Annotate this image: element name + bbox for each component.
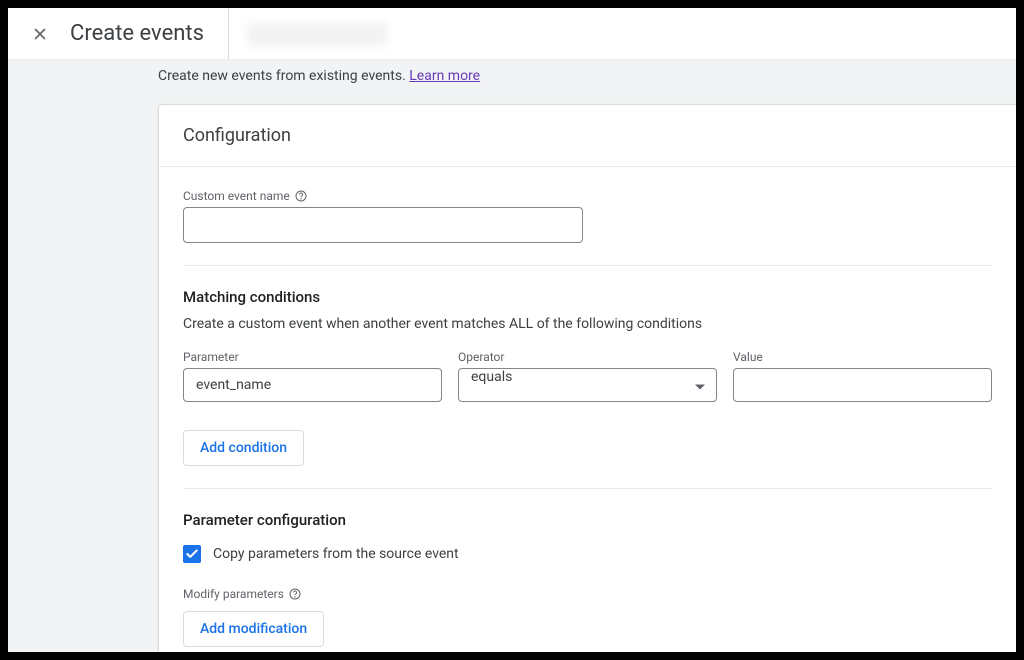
page-title: Create events	[70, 8, 229, 60]
parameter-label: Parameter	[183, 350, 442, 364]
condition-row: Parameter Operator equals Value	[183, 350, 992, 402]
copy-parameters-label: Copy parameters from the source event	[213, 546, 459, 562]
help-icon[interactable]	[294, 189, 308, 203]
parameter-input[interactable]	[183, 368, 442, 402]
checkmark-icon	[185, 547, 199, 561]
card-title: Configuration	[183, 125, 992, 146]
value-input[interactable]	[733, 368, 992, 402]
parameter-configuration-section: Parameter configuration Copy parameters …	[159, 489, 1016, 652]
intro-text: Create new events from existing events.	[158, 68, 409, 84]
close-icon	[31, 25, 49, 43]
custom-event-name-label-text: Custom event name	[183, 189, 290, 203]
custom-event-name-label: Custom event name	[183, 189, 992, 203]
matching-conditions-title: Matching conditions	[183, 288, 992, 306]
parameter-configuration-title: Parameter configuration	[183, 511, 992, 529]
intro-row: Create new events from existing events. …	[158, 68, 1016, 84]
copy-parameters-checkbox[interactable]	[183, 545, 201, 563]
operator-label: Operator	[458, 350, 717, 364]
custom-event-section: Custom event name	[159, 167, 1016, 265]
add-condition-button[interactable]: Add condition	[183, 430, 304, 466]
page-header: Create events	[8, 8, 1016, 60]
modify-parameters-label-text: Modify parameters	[183, 587, 284, 601]
matching-conditions-subtitle: Create a custom event when another event…	[183, 316, 992, 332]
learn-more-link[interactable]: Learn more	[409, 68, 480, 84]
header-context-redacted	[247, 22, 387, 46]
card-header: Configuration	[159, 105, 1016, 167]
matching-conditions-section: Matching conditions Create a custom even…	[159, 266, 1016, 488]
help-icon[interactable]	[288, 587, 302, 601]
add-modification-button[interactable]: Add modification	[183, 611, 324, 647]
operator-select[interactable]: equals	[458, 368, 717, 402]
configuration-card: Configuration Custom event name Matching…	[158, 104, 1016, 652]
close-button[interactable]	[28, 22, 52, 46]
copy-parameters-row: Copy parameters from the source event	[183, 545, 992, 563]
value-label: Value	[733, 350, 992, 364]
custom-event-name-input[interactable]	[183, 207, 583, 243]
content-area: Create new events from existing events. …	[8, 60, 1016, 652]
modify-parameters-label: Modify parameters	[183, 587, 992, 601]
